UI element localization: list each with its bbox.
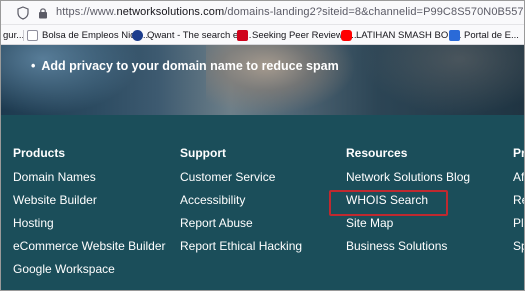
bookmark-label: Portal de E...	[464, 30, 519, 41]
footer-link-whois-search[interactable]: WHOIS Search	[346, 192, 470, 215]
footer-heading: Resources	[346, 146, 408, 160]
bookmark-item[interactable]: gur...	[3, 29, 24, 42]
url-prefix: https://www.	[56, 6, 117, 18]
bookmark-label: gur...	[3, 30, 25, 41]
url-host: networksolutions.com	[116, 6, 225, 18]
bookmark-label: LATIHAN SMASH BOL...	[356, 30, 462, 41]
site-icon	[27, 30, 38, 41]
footer-link-partial[interactable]: Af	[513, 169, 524, 192]
footer-link-network-solutions-blog[interactable]: Network Solutions Blog	[346, 169, 470, 192]
qwant-icon	[132, 30, 143, 41]
footer-link-site-map[interactable]: Site Map	[346, 215, 470, 238]
footer-heading: Pr	[513, 146, 525, 160]
footer-link-list: Af Re Pl Sp	[513, 169, 524, 261]
footer-link-ecommerce-website-builder[interactable]: eCommerce Website Builder	[13, 238, 166, 261]
footer-link-customer-service[interactable]: Customer Service	[180, 169, 302, 192]
hero-photo-shade	[1, 45, 141, 115]
footer-link-report-abuse[interactable]: Report Abuse	[180, 215, 302, 238]
footer-column-support: Support Customer Service Accessibility R…	[180, 146, 302, 261]
hero-banner: Add privacy to your domain name to reduc…	[1, 45, 524, 115]
footer-column-resources: Resources Network Solutions Blog WHOIS S…	[346, 146, 470, 261]
footer-link-website-builder[interactable]: Website Builder	[13, 192, 166, 215]
footer-link-list: Domain Names Website Builder Hosting eCo…	[13, 169, 166, 284]
footer-link-list: Network Solutions Blog WHOIS Search Site…	[346, 169, 470, 261]
footer-link-domain-names[interactable]: Domain Names	[13, 169, 166, 192]
address-bar[interactable]: https://www.networksolutions.com/domains…	[1, 1, 524, 25]
hero-bullet-text: Add privacy to your domain name to reduc…	[31, 59, 338, 73]
footer-column-products: Products Domain Names Website Builder Ho…	[13, 146, 166, 284]
footer-link-google-workspace[interactable]: Google Workspace	[13, 261, 166, 284]
bookmark-item[interactable]: Portal de E...	[449, 29, 519, 42]
footer-link-list: Customer Service Accessibility Report Ab…	[180, 169, 302, 261]
shield-icon[interactable]	[17, 6, 29, 20]
footer-heading: Support	[180, 146, 226, 160]
hero-photo-shade	[206, 45, 356, 115]
url-path: /domains-landing2?siteid=8&channelid=P99…	[224, 6, 524, 18]
bookmark-item[interactable]: LATIHAN SMASH BOL...	[341, 29, 461, 42]
footer-link-report-ethical-hacking[interactable]: Report Ethical Hacking	[180, 238, 302, 261]
seeking-icon	[237, 30, 248, 41]
footer-link-business-solutions[interactable]: Business Solutions	[346, 238, 470, 261]
bookmark-item[interactable]: Qwant - The search en...	[132, 29, 251, 42]
screenshot-frame: https://www.networksolutions.com/domains…	[0, 0, 525, 291]
footer-column-partial: Pr Af Re Pl Sp	[513, 146, 525, 261]
footer-link-partial[interactable]: Sp	[513, 238, 524, 261]
footer-heading: Products	[13, 146, 66, 160]
footer-link-partial[interactable]: Pl	[513, 215, 524, 238]
lock-icon[interactable]	[38, 7, 48, 19]
youtube-icon	[341, 30, 352, 41]
hero-photo-shade	[361, 45, 524, 115]
bookmark-item[interactable]: Seeking Peer Review -...	[237, 29, 357, 42]
portal-icon	[449, 30, 460, 41]
site-footer: Products Domain Names Website Builder Ho…	[1, 115, 525, 290]
bookmarks-toolbar: gur... Bolsa de Empleos Nica... Qwant - …	[1, 25, 524, 45]
bookmark-item[interactable]: Bolsa de Empleos Nica...	[27, 29, 148, 42]
url-text[interactable]: https://www.networksolutions.com/domains…	[56, 6, 524, 18]
footer-link-hosting[interactable]: Hosting	[13, 215, 166, 238]
bookmark-label: Qwant - The search en...	[147, 30, 252, 41]
bookmark-separator	[23, 30, 24, 41]
footer-link-accessibility[interactable]: Accessibility	[180, 192, 302, 215]
footer-link-partial[interactable]: Re	[513, 192, 524, 215]
